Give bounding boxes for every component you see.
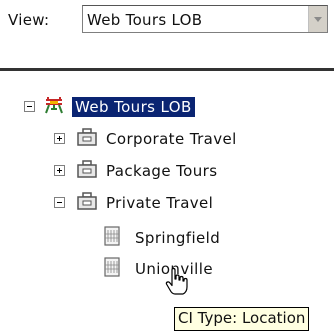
tree-node-root[interactable]: Web Tours LOB: [24, 95, 244, 119]
expand-icon[interactable]: [54, 133, 65, 144]
tree-node-label[interactable]: Corporate Travel: [106, 130, 237, 148]
divider: [0, 68, 334, 71]
building-icon: [104, 257, 120, 277]
tree-node-springfield[interactable]: Springfield: [102, 225, 282, 249]
building-icon: [104, 226, 120, 246]
tooltip: CI Type: Location: [174, 307, 310, 331]
view-label: View:: [8, 11, 50, 29]
tree-node-label[interactable]: Springfield: [135, 229, 220, 247]
briefcase-icon: [77, 160, 97, 178]
collapse-icon[interactable]: [54, 197, 65, 208]
tree-node-corporate-travel[interactable]: Corporate Travel: [54, 127, 284, 151]
briefcase-icon: [77, 128, 97, 146]
tree-node-package-tours[interactable]: Package Tours: [54, 159, 284, 183]
tree-node-private-travel[interactable]: Private Travel: [54, 191, 284, 215]
hand-cursor-icon: [165, 268, 188, 295]
view-select[interactable]: Web Tours LOB: [82, 5, 328, 33]
tree-node-unionville[interactable]: Unionville: [102, 256, 282, 280]
tree-node-root-label[interactable]: Web Tours LOB: [72, 97, 195, 117]
chevron-down-icon[interactable]: [308, 6, 327, 32]
tree-node-label[interactable]: Package Tours: [106, 162, 217, 180]
business-service-icon: [45, 97, 63, 114]
collapse-icon[interactable]: [24, 101, 35, 112]
briefcase-icon: [77, 192, 97, 210]
expand-icon[interactable]: [54, 165, 65, 176]
view-select-value: Web Tours LOB: [87, 11, 203, 29]
tree-node-label[interactable]: Private Travel: [106, 194, 213, 212]
